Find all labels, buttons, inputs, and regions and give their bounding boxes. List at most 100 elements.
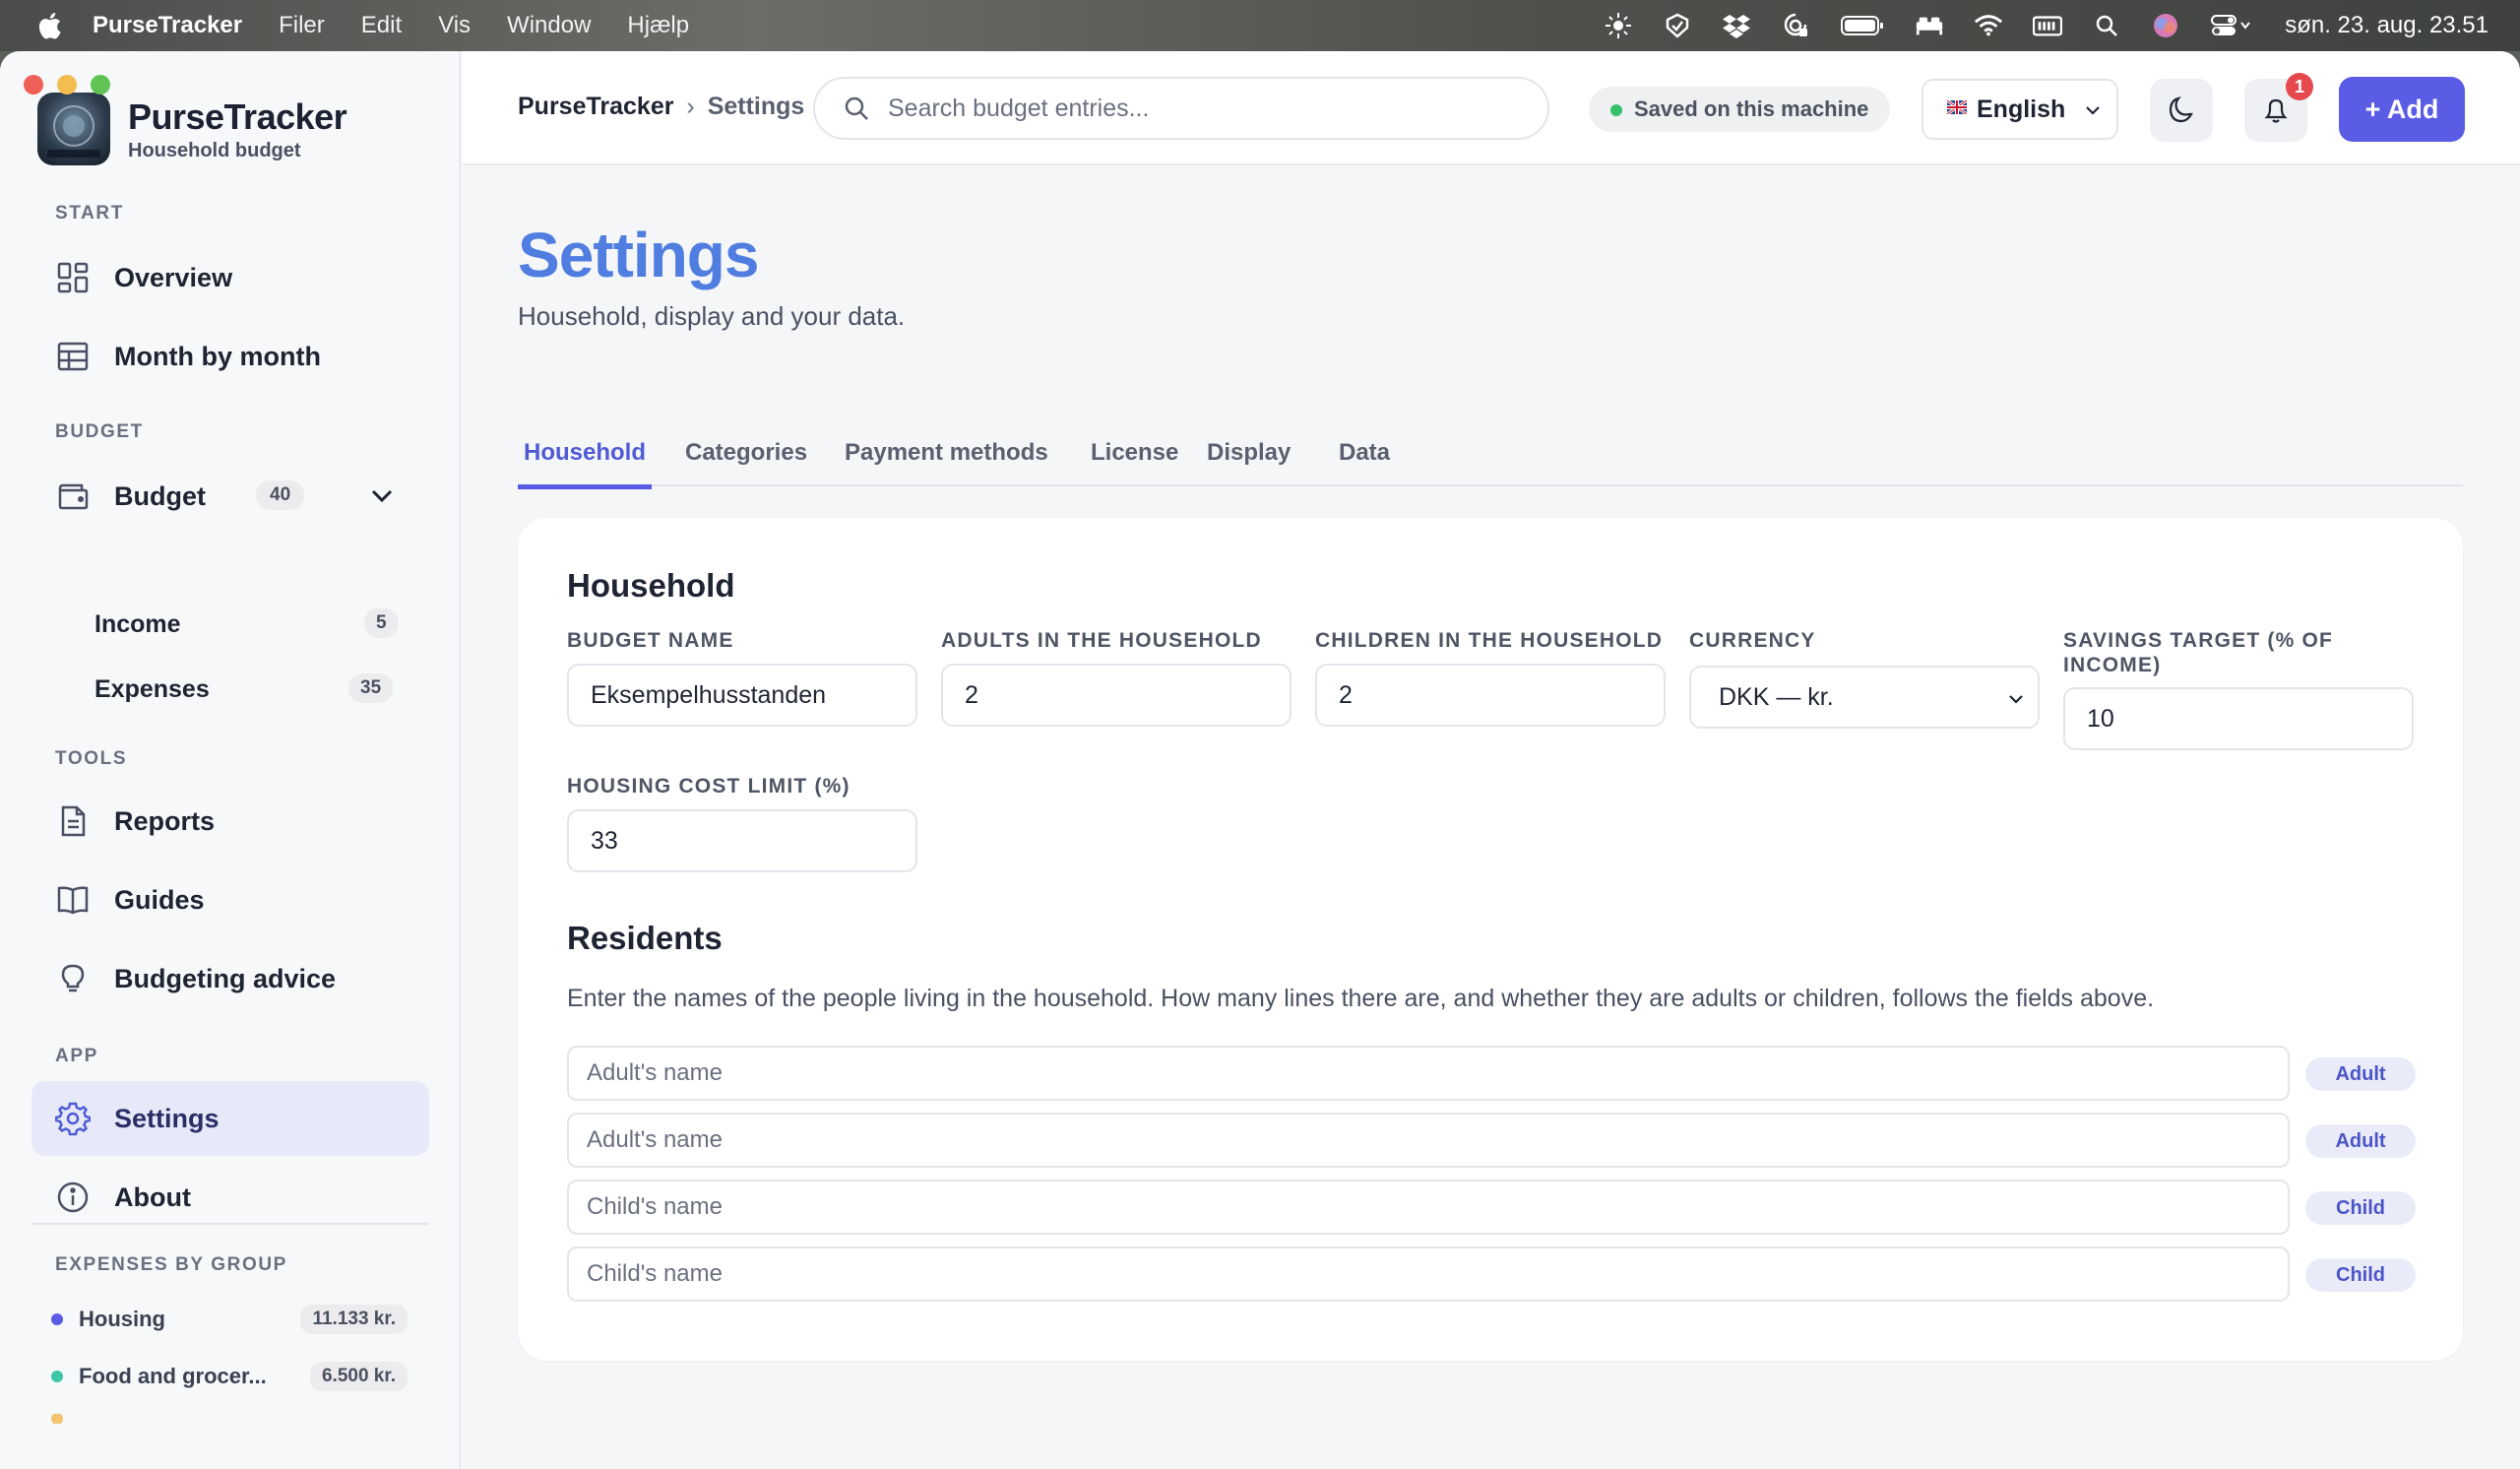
sidebar-item-overview[interactable]: Overview (32, 240, 429, 315)
housing-cost-limit-label: HOUSING COST LIMIT (%) (567, 775, 850, 798)
sidebar-item-month-by-month[interactable]: Month by month (32, 319, 429, 394)
savings-target-field[interactable] (2063, 687, 2414, 750)
sidebar-subitem-income[interactable]: Income 5 (94, 597, 410, 652)
sidebar-item-budget[interactable]: Budget 40 (32, 459, 429, 534)
budget-name-label: BUDGET NAME (567, 629, 734, 652)
sidebar-item-reports[interactable]: Reports (32, 784, 429, 859)
tab-categories[interactable]: Categories (679, 439, 813, 484)
gear-icon (55, 1101, 91, 1136)
currency-select[interactable]: DKK — kr. (1689, 666, 2040, 729)
resident-name-field[interactable] (567, 1246, 2290, 1302)
residents-description: Enter the names of the people living in … (567, 985, 2155, 1012)
tab-household[interactable]: Household (518, 439, 652, 489)
zoom-window-button[interactable] (91, 75, 110, 95)
role-badge: Adult (2305, 1057, 2416, 1091)
sidebar-item-budgeting-advice[interactable]: Budgeting advice (32, 941, 429, 1016)
minimize-window-button[interactable] (57, 75, 77, 95)
menu-window[interactable]: Window (507, 12, 591, 39)
saved-status-badge: Saved on this machine (1589, 87, 1891, 132)
budget-name-field[interactable] (567, 664, 917, 727)
sidebar-item-guides[interactable]: Guides (32, 862, 429, 937)
sidebar-subitem-expenses[interactable]: Expenses 35 (94, 662, 410, 717)
brand[interactable]: PurseTracker Household budget (37, 93, 347, 165)
resident-name-field[interactable] (567, 1180, 2290, 1235)
window-controls (24, 75, 110, 95)
dropbox-icon[interactable] (1722, 13, 1751, 38)
tab-data[interactable]: Data (1333, 439, 1396, 484)
bed-icon[interactable] (1915, 13, 1944, 38)
savings-target-label-line2: INCOME) (2063, 654, 2162, 676)
privacy-icon[interactable] (1781, 13, 1810, 38)
group-color-dot (51, 1371, 63, 1382)
savings-target-label-line1: SAVINGS TARGET (% OF (2063, 629, 2334, 652)
group-row-food[interactable]: Food and grocer... 6.500 kr. (51, 1357, 415, 1396)
menu-app-name[interactable]: PurseTracker (93, 12, 242, 39)
menu-view[interactable]: Vis (438, 12, 471, 39)
page-title: Settings (518, 220, 759, 290)
brightness-icon[interactable] (1604, 13, 1633, 38)
breadcrumb-separator: › (686, 93, 695, 120)
wallet-icon (55, 479, 91, 514)
app-logo-icon (37, 93, 110, 165)
children-field[interactable] (1315, 664, 1666, 727)
group-color-dot (51, 1313, 63, 1325)
housing-cost-limit-field[interactable] (567, 809, 917, 872)
siri-icon[interactable] (2151, 13, 2180, 38)
bell-icon (2264, 98, 2288, 123)
wifi-icon[interactable] (1974, 13, 2003, 38)
household-heading: Household (567, 567, 735, 604)
adults-field[interactable] (941, 664, 1292, 727)
menu-file[interactable]: Filer (279, 12, 325, 39)
chevron-down-icon[interactable] (368, 482, 396, 515)
status-dot (1610, 104, 1622, 116)
sidebar-item-settings[interactable]: Settings (32, 1081, 429, 1156)
sidebar-item-label: About (114, 1182, 191, 1212)
add-button[interactable]: + Add (2339, 77, 2465, 142)
sidebar-item-label: Settings (114, 1103, 220, 1133)
tab-display[interactable]: Display (1201, 439, 1296, 484)
menu-clock[interactable]: søn. 23. aug. 23.51 (2285, 12, 2488, 39)
sidebar-item-label: Budgeting advice (114, 963, 337, 993)
household-card: Household BUDGET NAME ADULTS IN THE HOUS… (518, 518, 2463, 1361)
search-icon (845, 96, 868, 120)
keyboard-icon[interactable] (2033, 13, 2063, 38)
control-center-icon[interactable] (2210, 13, 2251, 38)
menu-help[interactable]: Hjælp (627, 12, 689, 39)
group-row-partial[interactable] (51, 1414, 415, 1424)
group-amount: 6.500 kr. (309, 1362, 408, 1391)
search-box[interactable] (813, 77, 1549, 140)
tab-license[interactable]: License (1085, 439, 1184, 484)
resident-name-field[interactable] (567, 1113, 2290, 1168)
sidebar-item-label: Month by month (114, 341, 321, 371)
close-window-button[interactable] (24, 75, 43, 95)
sidebar-subitem-label: Income (94, 609, 181, 638)
theme-toggle-button[interactable] (2150, 79, 2213, 142)
grid-icon (55, 260, 91, 295)
sidebar-item-label: Reports (114, 805, 216, 836)
vpn-icon[interactable] (1663, 13, 1692, 38)
menu-edit[interactable]: Edit (361, 12, 402, 39)
resident-name-field[interactable] (567, 1046, 2290, 1101)
breadcrumb-root[interactable]: PurseTracker (518, 93, 673, 120)
search-input[interactable] (888, 94, 1518, 123)
sidebar-item-label: Guides (114, 884, 205, 915)
uk-flag-icon (1946, 98, 1968, 119)
info-icon (55, 1180, 91, 1215)
budget-count-badge: 40 (256, 480, 305, 510)
section-start: START (55, 203, 124, 224)
sidebar-item-label: Overview (114, 262, 233, 292)
notifications-button[interactable]: 1 (2244, 73, 2313, 142)
breadcrumb: PurseTracker › Settings (518, 93, 804, 121)
section-app: APP (55, 1046, 98, 1066)
tab-payment-methods[interactable]: Payment methods (839, 439, 1054, 484)
language-value: English (1977, 95, 2066, 123)
group-row-housing[interactable]: Housing 11.133 kr. (51, 1300, 415, 1339)
spotlight-icon[interactable] (2092, 13, 2121, 38)
children-label: CHILDREN IN THE HOUSEHOLD (1315, 629, 1664, 652)
apple-icon[interactable] (35, 11, 63, 40)
currency-value: DKK — kr. (1719, 682, 1834, 711)
language-select[interactable]: English (1922, 79, 2118, 140)
book-icon (55, 882, 91, 918)
breadcrumb-current: Settings (707, 93, 805, 120)
battery-icon[interactable] (1840, 13, 1885, 38)
